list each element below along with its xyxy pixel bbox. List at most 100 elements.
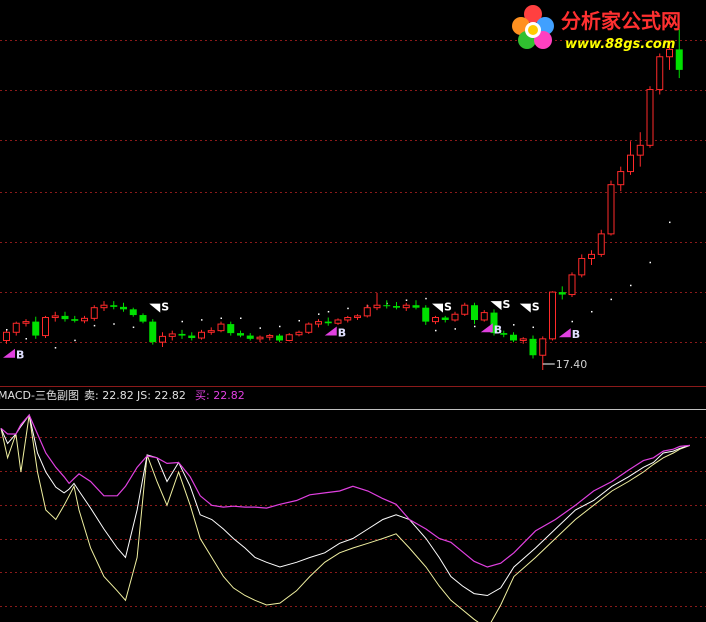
candle <box>549 291 556 341</box>
price-dot <box>259 327 261 329</box>
candle-body <box>71 319 79 321</box>
candle <box>305 322 313 334</box>
candle-body <box>471 305 478 320</box>
candle-body <box>139 315 147 322</box>
sell-signal: S <box>149 301 169 314</box>
price-dot <box>240 317 242 320</box>
candle <box>607 180 615 236</box>
indicator-sell-value: 卖: 22.82 <box>84 389 134 402</box>
candle-body <box>315 321 322 325</box>
candle <box>568 272 576 298</box>
candle <box>51 311 59 322</box>
candle-body <box>519 338 527 341</box>
candle-body <box>412 305 420 308</box>
candle <box>139 313 147 324</box>
candle <box>276 333 283 343</box>
buy-triangle-icon <box>324 326 337 336</box>
price-dot <box>327 310 330 313</box>
candle <box>588 250 595 266</box>
candle-body <box>285 334 293 341</box>
candle-body <box>110 305 118 307</box>
candle <box>178 329 186 339</box>
candle-body <box>451 313 459 321</box>
candle-body <box>256 336 264 340</box>
indicator-buy-value: 买: 22.82 <box>195 389 245 402</box>
candle-body <box>217 323 225 332</box>
candle <box>256 335 264 343</box>
candle-body <box>22 321 30 324</box>
buy-label: B <box>572 328 580 341</box>
stock-chart: BB B BS S S S 17.40 MACD-三色副图 卖: 22.82 JS: 22… <box>0 5 706 622</box>
indicator-panel-grid <box>0 437 706 607</box>
price-dot <box>513 324 515 326</box>
buy-label: B <box>494 323 502 336</box>
price-dot <box>298 319 300 322</box>
candle <box>412 300 420 310</box>
candle-body <box>383 305 391 307</box>
buy-label: B <box>16 349 24 362</box>
candle-body <box>198 331 205 339</box>
price-dot <box>532 326 534 329</box>
price-dot <box>93 324 96 327</box>
candle <box>295 330 303 337</box>
candle-body <box>461 304 469 315</box>
logo-name: 分析家公式网 <box>561 9 681 33</box>
indicator-name: MACD-三色副图 <box>0 388 79 402</box>
candle-body <box>42 317 49 337</box>
candle-body <box>588 253 595 259</box>
main-panel-grid <box>0 40 706 343</box>
candle-body <box>578 257 586 276</box>
candle <box>42 315 49 339</box>
candle-body <box>266 335 274 338</box>
buy-triangle-icon <box>480 323 493 333</box>
candle-body <box>149 321 157 343</box>
flower-icon <box>512 5 554 49</box>
indicator-js-value: JS: 22.82 <box>136 389 186 402</box>
sell-label: S <box>503 298 511 311</box>
candle <box>285 333 293 342</box>
site-logo: 分析家公式网 www.88gs.com <box>512 5 681 52</box>
candle-body <box>81 317 88 322</box>
candle <box>198 329 205 340</box>
candle-body <box>90 307 98 319</box>
price-dot <box>630 284 632 287</box>
candle-body <box>120 306 127 310</box>
sell-triangle-icon <box>149 303 161 313</box>
candle <box>461 302 469 316</box>
candle-body <box>617 171 625 186</box>
candle-body <box>627 154 634 173</box>
price-dot <box>474 325 476 328</box>
candle-body <box>207 330 215 333</box>
candle <box>471 302 478 325</box>
buy-signal: B <box>324 326 346 340</box>
candle-body <box>402 304 410 309</box>
candle-body <box>422 307 430 322</box>
price-dot <box>54 347 57 349</box>
candle-body <box>607 184 615 235</box>
price-dot <box>6 329 8 331</box>
candle <box>432 315 439 325</box>
sell-label: S <box>444 301 452 314</box>
candle <box>656 53 664 95</box>
candle-body <box>61 315 69 320</box>
candle-body <box>168 333 176 337</box>
candle-body <box>188 335 196 339</box>
candle <box>237 330 244 338</box>
candle <box>266 333 274 341</box>
price-dot <box>591 310 593 313</box>
candle <box>422 305 430 325</box>
candle <box>451 311 459 322</box>
candle-body <box>393 306 400 308</box>
buy-signal: B <box>558 328 580 341</box>
candle <box>627 141 634 175</box>
candle-body <box>32 321 40 336</box>
candle <box>402 302 410 311</box>
candle <box>334 318 342 325</box>
price-dot <box>571 320 573 323</box>
candle <box>315 319 322 328</box>
candle <box>129 307 137 317</box>
candle-body <box>432 317 439 323</box>
sell-signal: S <box>490 298 511 311</box>
buy-signal: B <box>480 323 502 336</box>
candle <box>188 332 196 341</box>
